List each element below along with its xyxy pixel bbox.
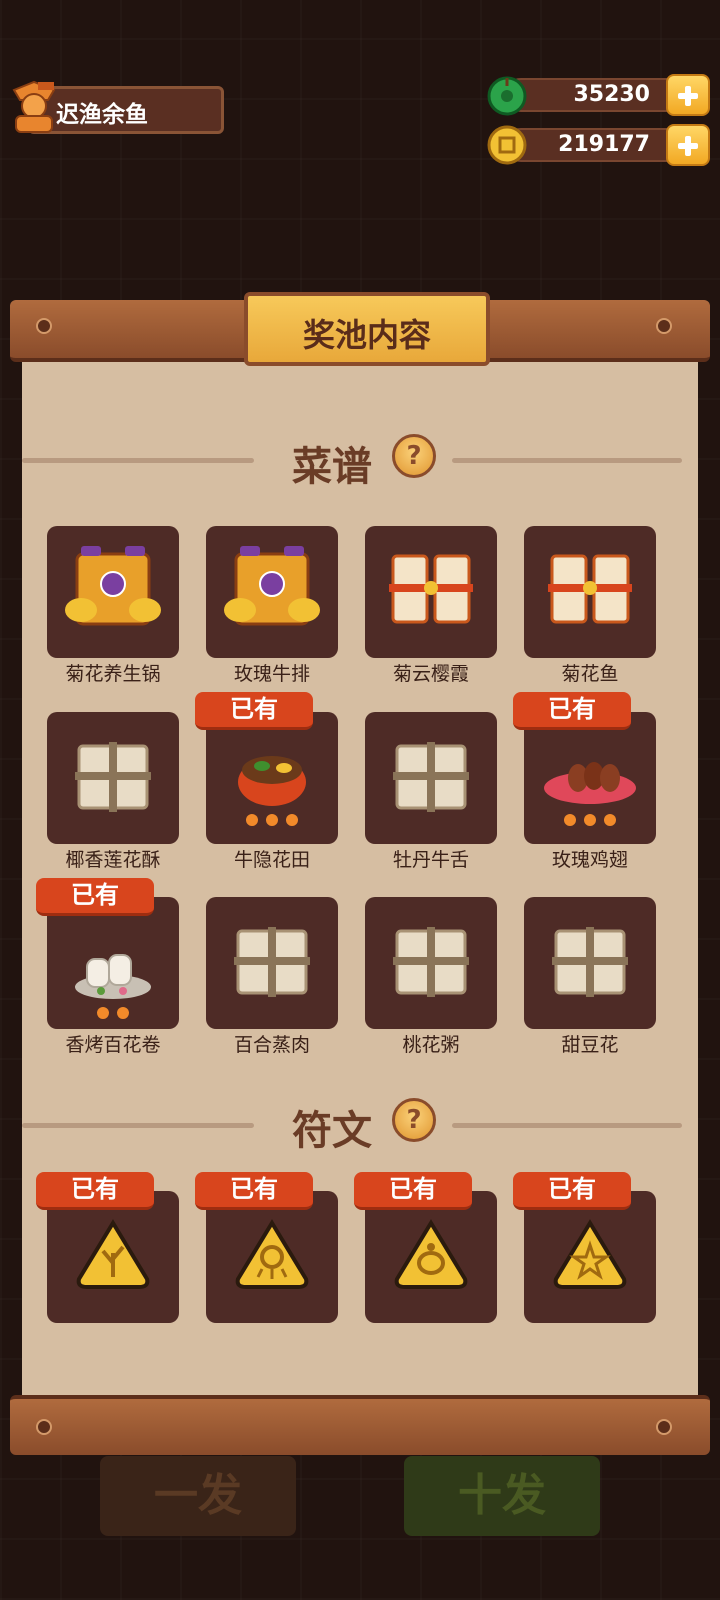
divider-line (22, 1123, 254, 1128)
ten-draw-button[interactable]: 十发 (404, 1456, 600, 1536)
recipe-name: 椰香莲花酥 (65, 849, 161, 871)
recipe-slot[interactable] (206, 897, 338, 1029)
recipe-name: 牡丹牛舌 (392, 849, 469, 871)
player-info[interactable]: 迟渔余鱼 (8, 80, 226, 136)
beef-bowl-dish-icon (238, 756, 306, 826)
owned-badge: 已有 (195, 1172, 313, 1210)
recipe-name: 百合蒸肉 (233, 1034, 310, 1056)
recipe-slot[interactable] (365, 526, 497, 658)
prize-pool-panel: 奖池内容 菜谱 ? 菊花养生锅 玫瑰牛排 菊云樱霞 菊花鱼 已有 已有 椰香莲花… (10, 292, 710, 1455)
add-gold-button[interactable] (666, 124, 710, 166)
flower-roll-dish-icon (75, 954, 151, 1019)
plain-scroll-icon (393, 927, 469, 997)
coral-rune-icon (76, 1219, 150, 1289)
rune-slot[interactable] (47, 1191, 179, 1323)
runes-title: 符文 (292, 1108, 372, 1154)
plain-scroll-icon (234, 927, 310, 997)
octopus-rune-icon (235, 1219, 309, 1289)
recipe-name: 桃花粥 (402, 1034, 460, 1056)
gold-resource: 219177 (486, 124, 712, 166)
jade-value: 35230 (573, 82, 650, 107)
jade-resource: 35230 (486, 74, 712, 116)
runes-help-button[interactable]: ? (392, 1098, 436, 1142)
recipes-help-button[interactable]: ? (392, 434, 436, 478)
recipe-slot[interactable] (524, 897, 656, 1029)
divine-scroll-icon (224, 546, 320, 626)
bolt-icon (656, 1419, 672, 1435)
chicken-wings-dish-icon (544, 762, 636, 826)
owned-badge: 已有 (354, 1172, 472, 1210)
recipe-name: 菊花养生锅 (65, 663, 161, 685)
owned-badge: 已有 (513, 1172, 631, 1210)
recipe-name: 玫瑰鸡翅 (551, 849, 628, 871)
bolt-icon (36, 1419, 52, 1435)
recipe-slot[interactable] (47, 526, 179, 658)
bolt-icon (36, 318, 52, 334)
starfish-rune-icon (553, 1219, 627, 1289)
recipe-name: 菊花鱼 (561, 663, 619, 685)
red-scroll-icon (389, 554, 473, 624)
panel-title: 奖池内容 (302, 316, 431, 354)
recipe-slot[interactable] (206, 712, 338, 844)
gold-value: 219177 (558, 132, 650, 157)
recipes-title: 菜谱 (292, 444, 372, 490)
divider-line (22, 458, 254, 463)
add-jade-button[interactable] (666, 74, 710, 116)
turtle-rune-icon (394, 1219, 468, 1289)
rune-slot[interactable] (365, 1191, 497, 1323)
rune-slot[interactable] (524, 1191, 656, 1323)
owned-badge: 已有 (36, 878, 154, 916)
recipe-name: 甜豆花 (561, 1034, 619, 1056)
jade-coin-icon (487, 76, 527, 116)
divider-line (452, 458, 682, 463)
plain-scroll-icon (552, 927, 628, 997)
recipe-slot[interactable] (365, 712, 497, 844)
recipe-slot[interactable] (47, 897, 179, 1029)
recipe-slot[interactable] (365, 897, 497, 1029)
recipe-slot[interactable] (524, 712, 656, 844)
panel-footer-bar (10, 1395, 710, 1455)
bolt-icon (656, 318, 672, 334)
plain-scroll-icon (75, 742, 151, 812)
recipe-name: 玫瑰牛排 (233, 663, 310, 685)
plain-scroll-icon (393, 742, 469, 812)
ten-draw-label: 十发 (458, 1470, 546, 1521)
title-plaque: 奖池内容 (244, 292, 490, 366)
recipe-name: 香烤百花卷 (65, 1034, 161, 1056)
divine-scroll-icon (65, 546, 161, 626)
owned-badge: 已有 (36, 1172, 154, 1210)
recipe-name: 牛隐花田 (233, 849, 310, 871)
single-draw-label: 一发 (154, 1470, 242, 1521)
gold-coin-icon (487, 125, 527, 165)
rune-slot[interactable] (206, 1191, 338, 1323)
player-name: 迟渔余鱼 (56, 102, 148, 128)
divider-line (452, 1123, 682, 1128)
single-draw-button[interactable]: 一发 (100, 1456, 296, 1536)
chef-avatar-icon (12, 80, 56, 133)
red-scroll-icon (548, 554, 632, 624)
recipe-name: 菊云樱霞 (392, 663, 469, 685)
owned-badge: 已有 (195, 692, 313, 730)
owned-badge: 已有 (513, 692, 631, 730)
recipe-slot[interactable] (206, 526, 338, 658)
recipe-slot[interactable] (47, 712, 179, 844)
recipe-slot[interactable] (524, 526, 656, 658)
